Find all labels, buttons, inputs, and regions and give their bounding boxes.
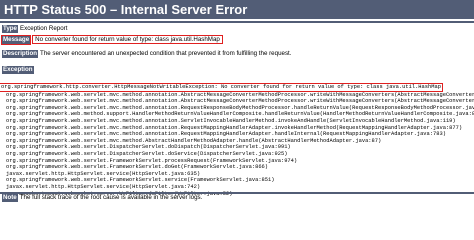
stack-trace-line: org.springframework.web.servlet.mvc.meth… xyxy=(6,137,382,144)
description-label: Description xyxy=(2,50,39,58)
stack-trace-line: org.springframework.web.servlet.mvc.meth… xyxy=(6,124,463,131)
note-label: Note xyxy=(2,194,18,202)
stack-trace-line: javax.servlet.http.HttpServlet.service(H… xyxy=(6,170,201,177)
stack-trace-line: org.springframework.web.servlet.Framewor… xyxy=(6,164,269,171)
stack-trace-line: org.springframework.web.servlet.mvc.meth… xyxy=(6,117,456,124)
stack-trace-line: org.springframework.web.servlet.Dispatch… xyxy=(6,150,288,157)
header-divider xyxy=(0,21,474,23)
note-value: The full stack trace of the root cause i… xyxy=(19,194,203,201)
stack-trace-line: org.springframework.web.servlet.mvc.meth… xyxy=(6,104,474,111)
stack-trace-line: org.springframework.web.servlet.Framewor… xyxy=(6,177,275,184)
stack-trace-line: org.springframework.web.servlet.mvc.meth… xyxy=(6,98,474,105)
type-value: Exception Report xyxy=(19,25,68,32)
page-title: HTTP Status 500 – Internal Server Error xyxy=(0,0,474,19)
message-row: Message No converter found for return val… xyxy=(0,35,223,45)
message-value: No converter found for return value of t… xyxy=(32,35,223,44)
type-row: Type Exception Report xyxy=(2,25,67,33)
stack-trace-line: org.springframework.web.servlet.Dispatch… xyxy=(6,144,291,151)
stack-trace: org.springframework.http.converter.HttpM… xyxy=(0,83,474,197)
note-row: Note The full stack trace of the root cau… xyxy=(2,194,202,202)
description-value: The server encountered an unexpected con… xyxy=(40,50,292,57)
description-row: Description The server encountered an une… xyxy=(2,50,291,58)
exception-row: Exception xyxy=(2,66,36,74)
stack-trace-line: org.springframework.web.servlet.mvc.meth… xyxy=(6,131,446,138)
stack-trace-line: javax.servlet.http.HttpServlet.service(H… xyxy=(6,183,201,190)
trace-lines: org.springframework.web.servlet.mvc.meth… xyxy=(0,92,474,198)
type-label: Type xyxy=(2,25,18,33)
stack-trace-line: org.springframework.web.servlet.Framewor… xyxy=(6,157,298,164)
exception-label: Exception xyxy=(2,66,34,74)
message-label: Message xyxy=(0,35,32,45)
exception-first-line: org.springframework.http.converter.HttpM… xyxy=(0,83,443,92)
stack-trace-line: org.springframework.web.servlet.mvc.meth… xyxy=(6,91,474,98)
stack-trace-line: org.springframework.web.method.support.H… xyxy=(6,111,474,118)
